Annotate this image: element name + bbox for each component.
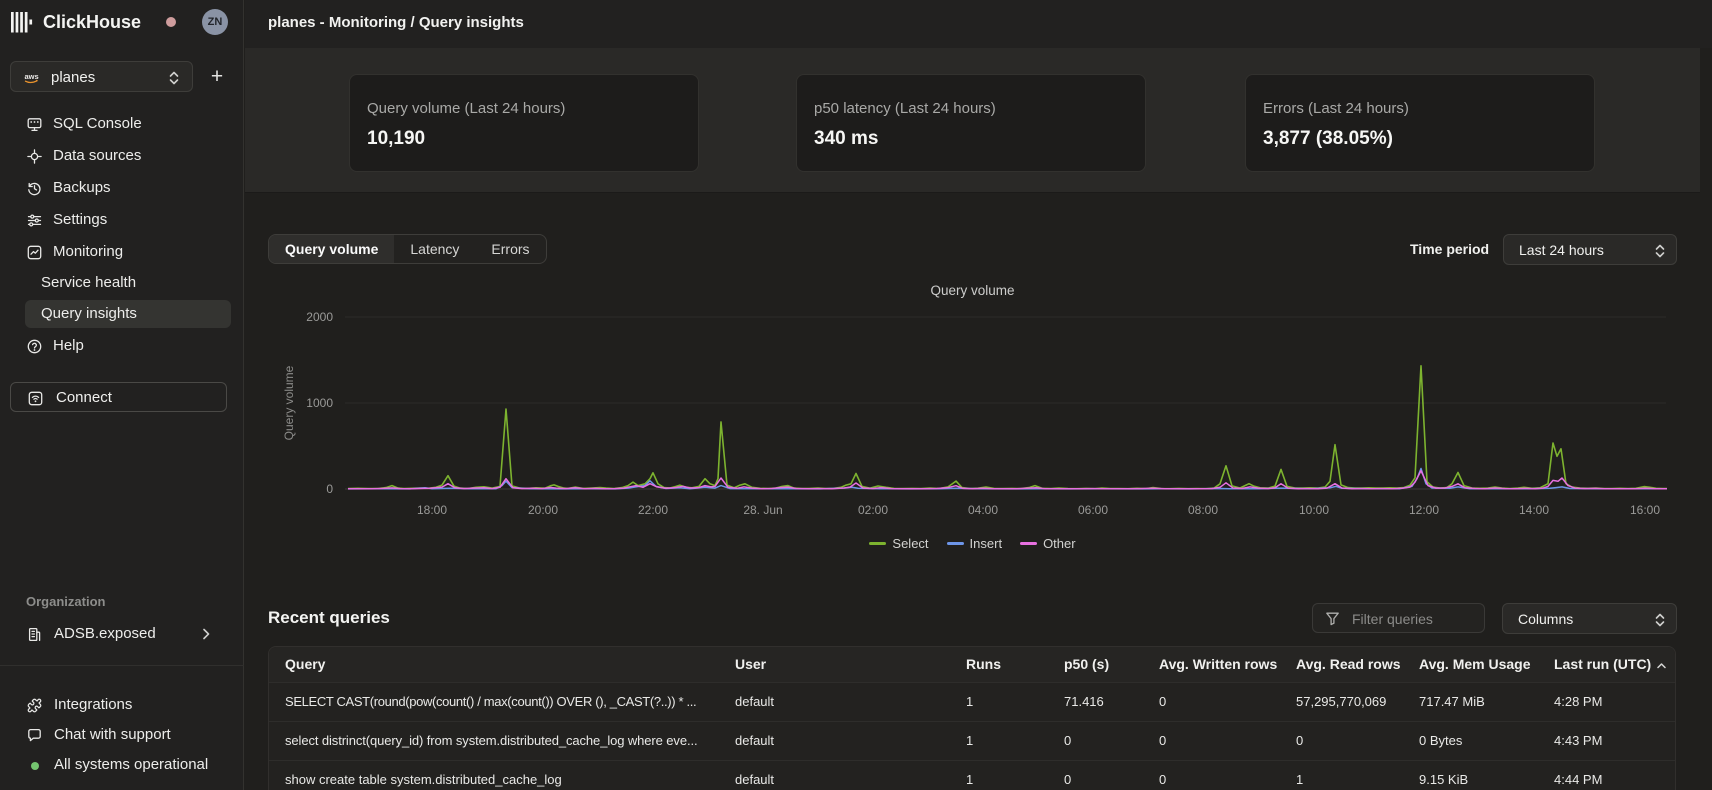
svg-text:12:00: 12:00 (1409, 503, 1439, 517)
svg-text:08:00: 08:00 (1188, 503, 1218, 517)
svg-text:04:00: 04:00 (968, 503, 998, 517)
svg-text:22:00: 22:00 (638, 503, 668, 517)
svg-text:14:00: 14:00 (1519, 503, 1549, 517)
svg-text:20:00: 20:00 (528, 503, 558, 517)
svg-text:16:00: 16:00 (1630, 503, 1660, 517)
svg-text:2000: 2000 (306, 310, 333, 324)
svg-text:28. Jun: 28. Jun (743, 503, 782, 517)
svg-text:18:00: 18:00 (417, 503, 447, 517)
svg-text:1000: 1000 (306, 396, 333, 410)
svg-text:06:00: 06:00 (1078, 503, 1108, 517)
svg-text:02:00: 02:00 (858, 503, 888, 517)
svg-text:10:00: 10:00 (1299, 503, 1329, 517)
svg-text:aws: aws (25, 72, 39, 81)
svg-text:0: 0 (326, 482, 333, 496)
